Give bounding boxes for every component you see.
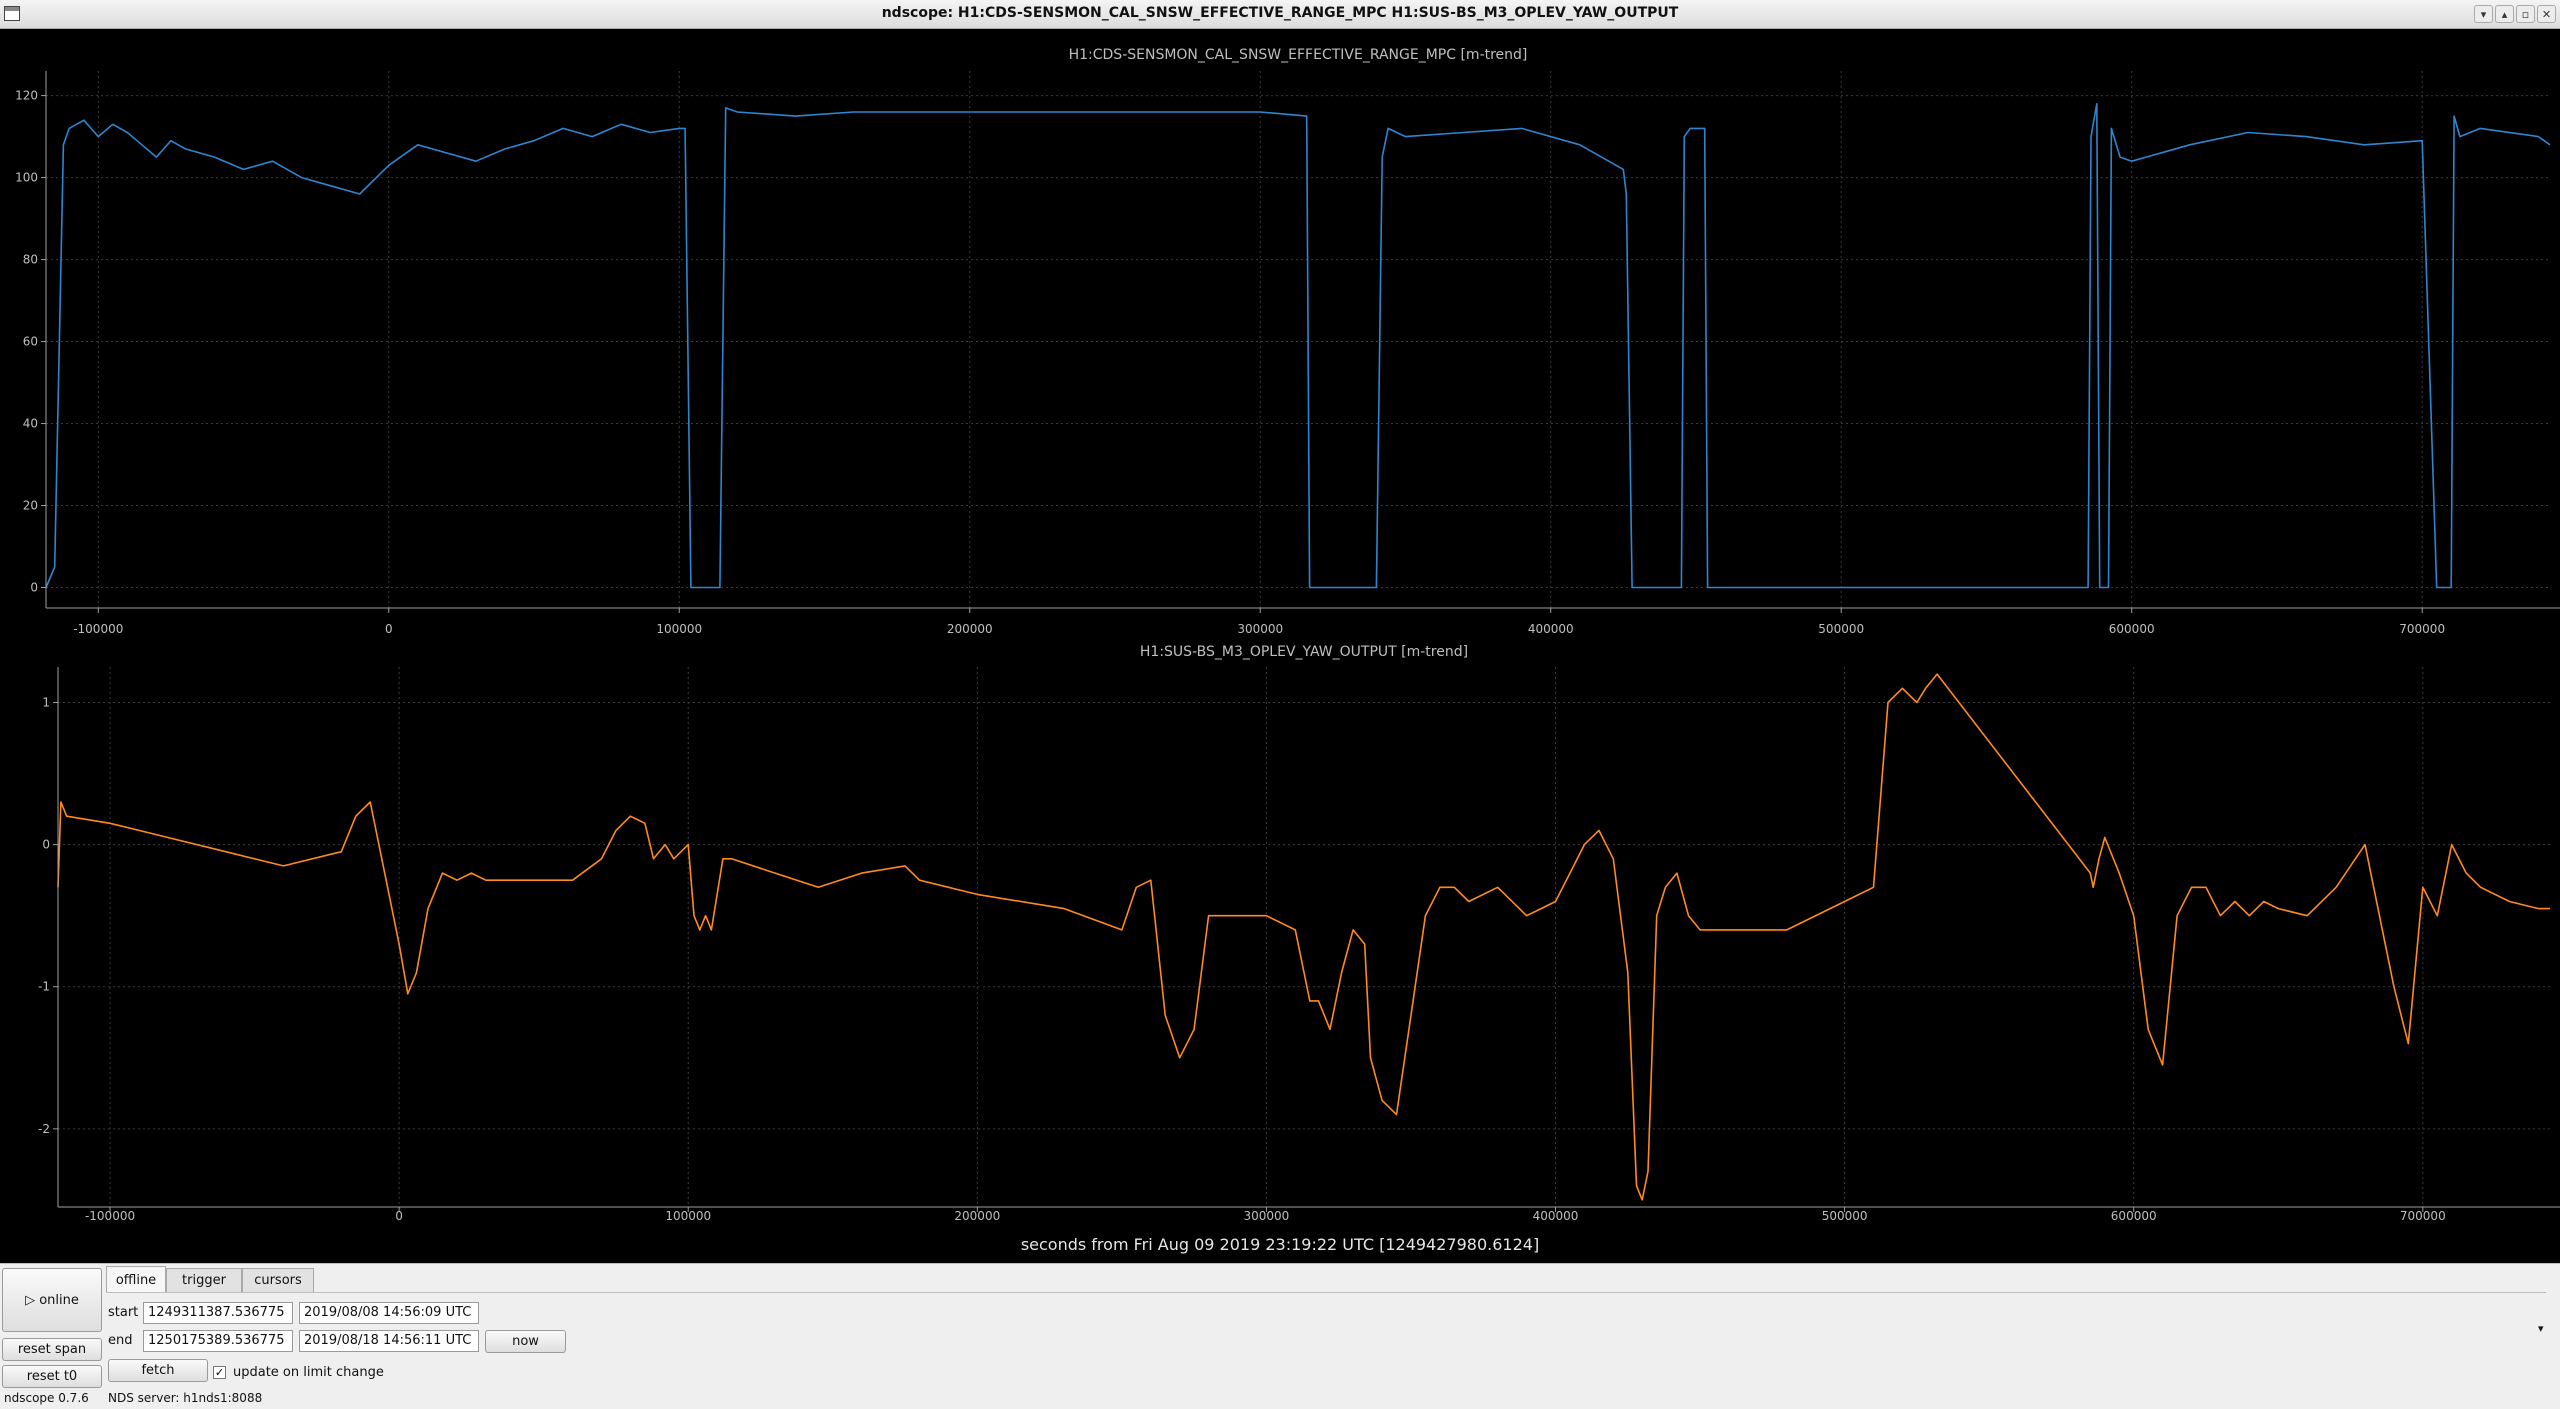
- version-label: ndscope 0.7.6: [4, 1391, 89, 1405]
- x-tick-label: 400000: [1533, 1209, 1579, 1223]
- y-tick-label: 20: [23, 499, 38, 513]
- plot-title: H1:SUS-BS_M3_OPLEV_YAW_OUTPUT [m-trend]: [1140, 644, 1468, 660]
- shade-icon[interactable]: ▴: [2495, 5, 2514, 23]
- x-tick-label: 300000: [1237, 622, 1283, 636]
- x-tick-label: 100000: [656, 622, 702, 636]
- y-tick-label: 120: [15, 89, 38, 103]
- fetch-button[interactable]: fetch: [108, 1359, 208, 1382]
- minimize-icon[interactable]: ▾: [2474, 5, 2493, 23]
- x-tick-label: 400000: [1528, 622, 1574, 636]
- x-tick-label: 200000: [954, 1209, 1000, 1223]
- reset-span-button[interactable]: reset span: [2, 1338, 102, 1361]
- window-title: ndscope: H1:CDS-SENSMON_CAL_SNSW_EFFECTI…: [881, 5, 1679, 21]
- nds-server-label: NDS server: h1nds1:8088: [108, 1391, 263, 1405]
- scroll-down-icon[interactable]: ▾: [2538, 1322, 2544, 1335]
- plot-title: H1:CDS-SENSMON_CAL_SNSW_EFFECTIVE_RANGE_…: [1069, 47, 1528, 63]
- update-on-limit-label: update on limit change: [233, 1365, 384, 1380]
- x-tick-label: 500000: [1822, 1209, 1868, 1223]
- x-tick-label: 300000: [1244, 1209, 1290, 1223]
- end-utc-field[interactable]: 2019/08/18 14:56:11 UTC: [299, 1330, 479, 1352]
- maximize-icon[interactable]: ▫: [2516, 5, 2535, 23]
- now-button[interactable]: now: [485, 1330, 566, 1353]
- end-gps-field[interactable]: 1250175389.536775: [143, 1330, 293, 1352]
- start-gps-field[interactable]: 1249311387.536775: [143, 1302, 293, 1324]
- reset-t0-button[interactable]: reset t0: [2, 1365, 102, 1388]
- x-tick-label: -100000: [73, 622, 123, 636]
- x-tick-label: 0: [385, 622, 393, 636]
- plots-canvas[interactable]: H1:CDS-SENSMON_CAL_SNSW_EFFECTIVE_RANGE_…: [0, 29, 2560, 1263]
- window-controls: ▾ ▴ ▫ ✕: [2474, 5, 2556, 23]
- y-tick-label: -2: [38, 1122, 50, 1136]
- update-on-limit-checkbox[interactable]: ✓: [213, 1366, 226, 1379]
- y-tick-label: 0: [30, 581, 38, 595]
- x-tick-label: 0: [395, 1209, 403, 1223]
- y-tick-label: 60: [23, 335, 38, 349]
- x-axis-caption: seconds from Fri Aug 09 2019 23:19:22 UT…: [1021, 1235, 1539, 1254]
- online-button[interactable]: ▷ online: [2, 1268, 102, 1332]
- x-tick-label: 600000: [2111, 1209, 2157, 1223]
- close-icon[interactable]: ✕: [2537, 5, 2556, 23]
- x-tick-label: 500000: [1818, 622, 1864, 636]
- tab-trigger[interactable]: trigger: [166, 1268, 242, 1292]
- x-tick-label: 700000: [2399, 622, 2445, 636]
- x-tick-label: 700000: [2400, 1209, 2446, 1223]
- tab-cursors[interactable]: cursors: [242, 1268, 314, 1292]
- x-tick-label: -100000: [85, 1209, 135, 1223]
- y-tick-label: 1: [42, 696, 50, 710]
- start-label: start: [108, 1305, 139, 1320]
- y-tick-label: 100: [15, 171, 38, 185]
- end-label: end: [108, 1333, 133, 1348]
- start-utc-field[interactable]: 2019/08/08 14:56:09 UTC: [299, 1302, 479, 1324]
- x-tick-label: 100000: [665, 1209, 711, 1223]
- tab-offline[interactable]: offline: [106, 1266, 166, 1293]
- y-tick-label: 80: [23, 253, 38, 267]
- y-tick-label: 40: [23, 417, 38, 431]
- plot-area[interactable]: H1:CDS-SENSMON_CAL_SNSW_EFFECTIVE_RANGE_…: [0, 29, 2560, 1263]
- y-tick-label: -1: [38, 980, 50, 994]
- x-tick-label: 600000: [2109, 622, 2155, 636]
- y-tick-label: 0: [42, 838, 50, 852]
- x-tick-label: 200000: [947, 622, 993, 636]
- control-panel: ▷ online reset span reset t0 offline tri…: [0, 1263, 2560, 1409]
- window-titlebar: ndscope: H1:CDS-SENSMON_CAL_SNSW_EFFECTI…: [0, 0, 2560, 29]
